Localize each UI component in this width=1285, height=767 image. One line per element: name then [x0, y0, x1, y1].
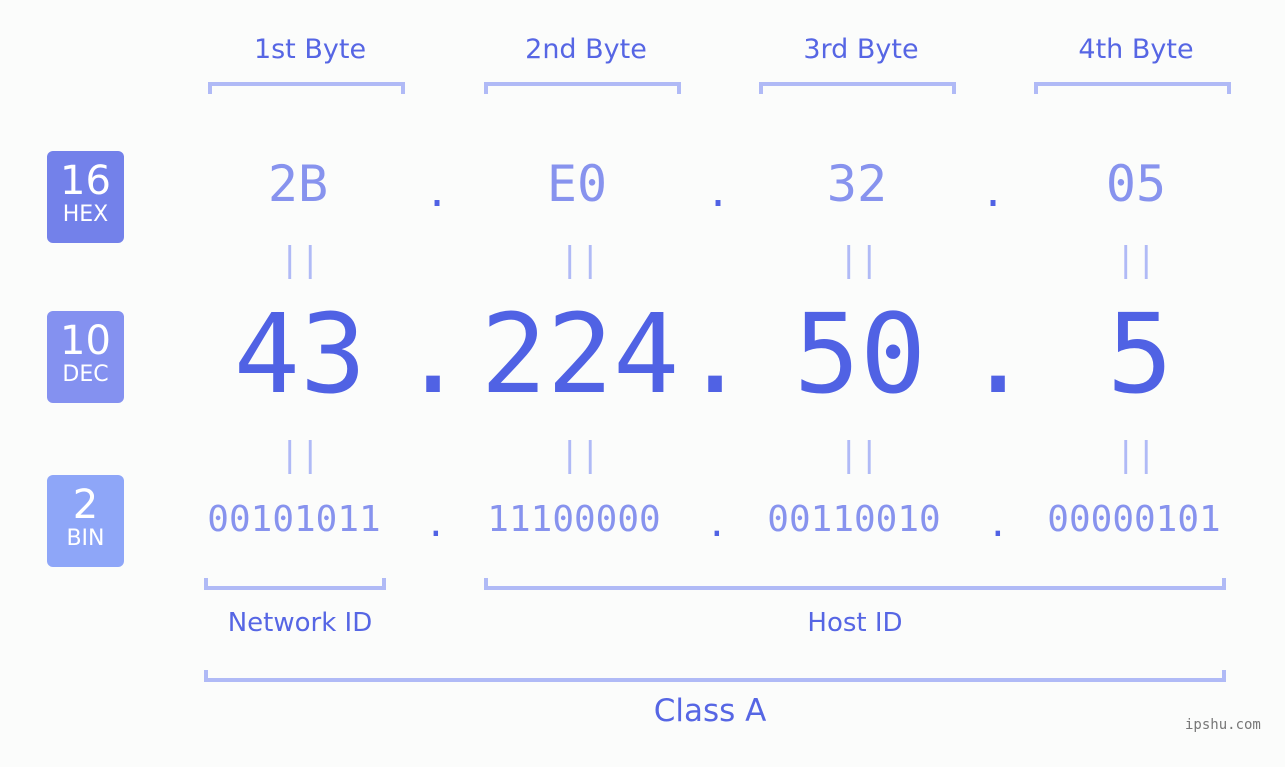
network-id-bracket	[204, 578, 386, 590]
bin-badge-number: 2	[72, 482, 99, 528]
hex-separator-3: .	[981, 170, 1006, 216]
dec-separator-2: .	[682, 290, 749, 418]
hex-separator-2: .	[706, 170, 731, 216]
dec-badge: 10 DEC	[47, 311, 124, 403]
byte-bracket-1	[208, 82, 405, 94]
bin-badge-label: BIN	[66, 526, 105, 551]
byte-bracket-3	[759, 82, 956, 94]
byte-header-2: 2nd Byte	[525, 34, 647, 65]
byte-bracket-4	[1034, 82, 1231, 94]
equals-hex-dec-4: ||	[1115, 240, 1157, 280]
dec-byte-2: 224	[480, 290, 680, 418]
byte-header-1: 1st Byte	[253, 34, 367, 65]
equals-dec-bin-3: ||	[838, 435, 880, 475]
dec-badge-label: DEC	[62, 362, 109, 387]
equals-hex-dec-2: ||	[559, 240, 601, 280]
host-id-bracket	[484, 578, 1226, 590]
equals-hex-dec-1: ||	[279, 240, 321, 280]
bin-byte-1: 00101011	[207, 499, 381, 540]
hex-byte-4: 05	[1105, 155, 1167, 213]
equals-dec-bin-4: ||	[1115, 435, 1157, 475]
dec-byte-4: 5	[1106, 290, 1174, 418]
equals-dec-bin-1: ||	[279, 435, 321, 475]
hex-byte-1: 2B	[267, 155, 329, 213]
dec-byte-3: 50	[793, 290, 927, 418]
watermark: ipshu.com	[1185, 717, 1261, 733]
byte-header-3: 3rd Byte	[803, 34, 919, 65]
hex-badge-number: 16	[60, 158, 111, 204]
class-bracket	[204, 670, 1226, 682]
dec-separator-3: .	[965, 290, 1032, 418]
byte-bracket-2	[484, 82, 681, 94]
bin-byte-2: 11100000	[487, 499, 661, 540]
network-id-label: Network ID	[227, 608, 373, 638]
hex-badge: 16 HEX	[47, 151, 124, 243]
equals-dec-bin-2: ||	[559, 435, 601, 475]
bin-separator-2: .	[706, 504, 728, 545]
equals-hex-dec-3: ||	[838, 240, 880, 280]
bin-separator-3: .	[987, 504, 1009, 545]
dec-separator-1: .	[400, 290, 467, 418]
bin-badge: 2 BIN	[47, 475, 124, 567]
bin-byte-3: 00110010	[767, 499, 941, 540]
bin-byte-4: 00000101	[1047, 499, 1221, 540]
hex-byte-3: 32	[826, 155, 888, 213]
hex-separator-1: .	[425, 170, 450, 216]
bin-separator-1: .	[425, 504, 447, 545]
dec-byte-1: 43	[233, 290, 367, 418]
byte-header-4: 4th Byte	[1078, 34, 1194, 65]
hex-byte-2: E0	[546, 155, 608, 213]
hex-badge-label: HEX	[62, 202, 109, 227]
dec-badge-number: 10	[60, 318, 111, 364]
host-id-label: Host ID	[807, 608, 903, 638]
class-label: Class A	[653, 693, 767, 729]
